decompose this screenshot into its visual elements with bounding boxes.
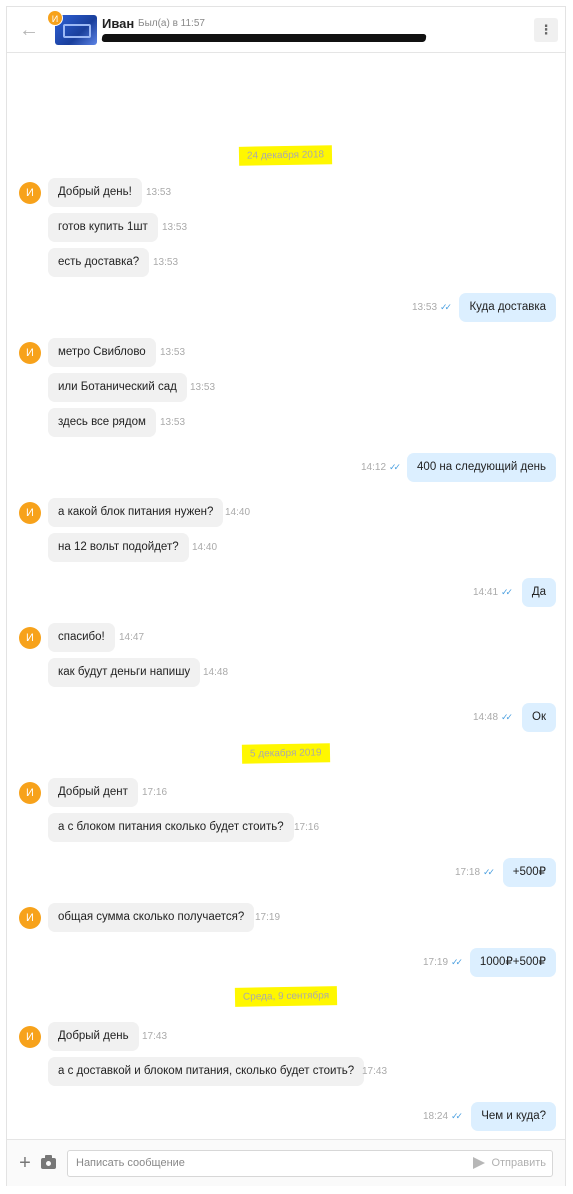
message-time: 14:47 (119, 632, 145, 643)
sender-avatar: И (19, 1026, 41, 1048)
message-time: 13:53 (160, 417, 186, 428)
sender-avatar: И (19, 627, 41, 649)
message-time: 14:48 (473, 712, 499, 723)
message-input-placeholder: Написать сообщение (76, 1157, 185, 1169)
incoming-message: а какой блок питания нужен? (48, 498, 224, 527)
message-time: 13:53 (160, 347, 186, 358)
message-time: 14:40 (192, 542, 218, 553)
plus-icon[interactable]: + (16, 1152, 34, 1174)
message-time: 14:12 (361, 462, 387, 473)
message-time: 17:43 (362, 1066, 388, 1077)
camera-icon[interactable] (41, 1154, 57, 1172)
read-check-icon: ✓✓ (389, 462, 401, 472)
incoming-message: здесь все рядом (48, 408, 156, 437)
read-check-icon: ✓✓ (501, 587, 513, 597)
message-time: 13:53 (412, 302, 438, 313)
message-composer: + Написать сообщение Отправить (7, 1139, 565, 1186)
outgoing-message: 400 на следующий день (407, 453, 556, 482)
sender-avatar: И (19, 907, 41, 929)
incoming-message: общая сумма сколько получается? (48, 903, 255, 932)
send-button-label: Отправить (491, 1157, 546, 1169)
incoming-message: а с блоком питания сколько будет стоить? (48, 813, 294, 842)
incoming-message: готов купить 1шт (48, 213, 158, 242)
message-time: 13:53 (190, 382, 216, 393)
sender-avatar: И (19, 502, 41, 524)
arrow-left-icon[interactable]: ← (17, 18, 41, 42)
incoming-message: Добрый день (48, 1022, 139, 1051)
sender-avatar: И (19, 782, 41, 804)
outgoing-message: 1000₽+500₽ (469, 948, 556, 977)
incoming-message: Добрый дент (48, 778, 138, 807)
incoming-message: на 12 вольт подойдет? (48, 533, 189, 562)
incoming-message: спасибо! (48, 623, 115, 652)
incoming-message: есть доставка? (48, 248, 150, 277)
contact-name[interactable]: Иван (102, 16, 134, 31)
more-vertical-icon[interactable]: ⋮ (534, 18, 558, 42)
message-list[interactable]: 24 декабря 2018 И Добрый день! 13:53 гот… (7, 54, 565, 1138)
sender-avatar: И (19, 342, 41, 364)
contact-avatar-badge: И (47, 10, 63, 26)
read-check-icon: ✓✓ (483, 867, 495, 877)
message-time: 14:48 (203, 667, 229, 678)
redacted-ad-title (101, 34, 427, 42)
message-time: 14:40 (225, 507, 251, 518)
incoming-message: метро Свиблово (48, 338, 156, 367)
message-time: 13:53 (146, 187, 172, 198)
message-time: 18:24 (423, 1111, 449, 1122)
message-input[interactable]: Написать сообщение Отправить (67, 1150, 553, 1177)
read-check-icon: ✓✓ (440, 302, 452, 312)
chat-header: ← И Иван Был(а) в 11:57 ⋮ (7, 7, 565, 53)
last-seen-status: Был(а) в 11:57 (138, 18, 205, 29)
message-time: 17:16 (294, 822, 320, 833)
message-time: 17:18 (455, 867, 481, 878)
message-time: 17:19 (423, 957, 449, 968)
outgoing-message: Да (521, 578, 556, 607)
read-check-icon: ✓✓ (501, 712, 513, 722)
send-arrow-icon (473, 1157, 486, 1170)
message-time: 14:41 (473, 587, 499, 598)
message-time: 17:19 (255, 912, 281, 923)
sender-avatar: И (19, 182, 41, 204)
date-separator: 5 декабря 2019 (7, 743, 565, 764)
read-check-icon: ✓✓ (451, 1111, 463, 1121)
message-time: 13:53 (162, 222, 188, 233)
incoming-message: а с доставкой и блоком питания, сколько … (48, 1057, 365, 1086)
outgoing-message: Куда доставка (459, 293, 556, 322)
incoming-message: как будут деньги напишу (48, 658, 201, 687)
incoming-message: Добрый день! (48, 178, 142, 207)
date-separator: Среда, 9 сентября (7, 986, 565, 1007)
chat-window: ← И Иван Был(а) в 11:57 ⋮ 24 декабря 201… (6, 6, 566, 1186)
outgoing-message: +500₽ (502, 858, 556, 887)
date-separator: 24 декабря 2018 (7, 145, 565, 166)
read-check-icon: ✓✓ (451, 957, 463, 967)
outgoing-message: Чем и куда? (471, 1102, 556, 1131)
message-time: 13:53 (153, 257, 179, 268)
incoming-message: или Ботанический сад (48, 373, 187, 402)
outgoing-message: Ок (522, 703, 556, 732)
send-button[interactable]: Отправить (473, 1151, 546, 1176)
message-time: 17:16 (142, 787, 168, 798)
message-time: 17:43 (142, 1031, 168, 1042)
